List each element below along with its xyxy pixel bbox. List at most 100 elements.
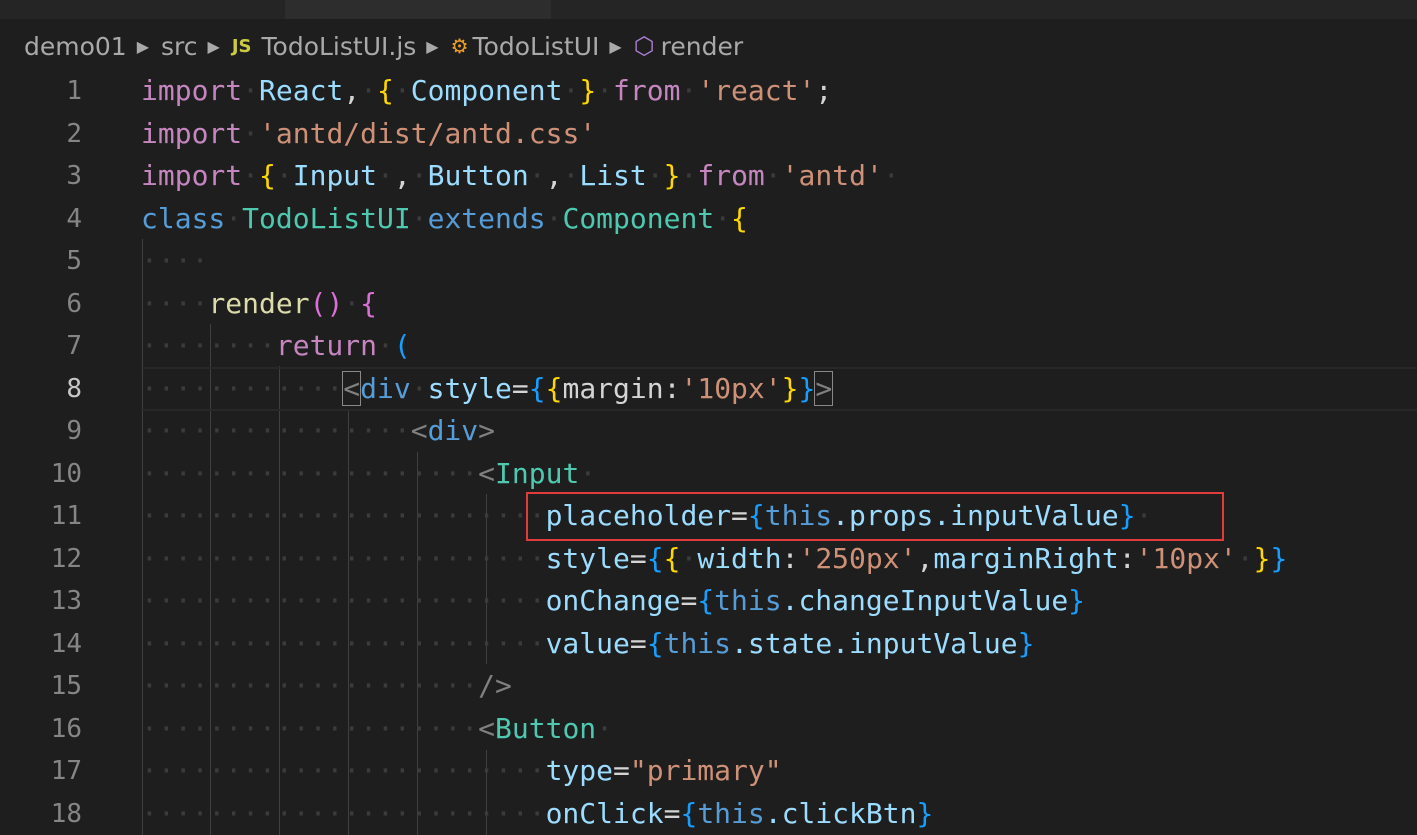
- method-cube-icon: ⬡: [633, 32, 655, 60]
- identifier-token: Component: [410, 74, 563, 107]
- code-line: 14 ························value={this.s…: [0, 623, 1417, 665]
- line-number: 2: [66, 118, 82, 149]
- attribute-token: style: [427, 371, 512, 405]
- line-number: 3: [66, 161, 82, 191]
- tab-bar: [0, 0, 1417, 19]
- code-text: import·React,·{·Component·}·from·'react'…: [141, 74, 833, 107]
- tag-token: div: [360, 371, 411, 405]
- code-text: ························style={{·width:'…: [141, 541, 1288, 575]
- class-name-token: Component: [562, 201, 715, 235]
- code-text: ············<div·style={{margin:'10px'}}…: [141, 370, 834, 406]
- keyword-token: import: [141, 116, 243, 150]
- keyword-token: from: [697, 159, 765, 192]
- keyword-token: this: [714, 584, 782, 617]
- code-line: 18 ························onClick={this…: [0, 793, 1417, 835]
- code-text: ····················<Button·: [141, 711, 614, 745]
- code-line: 3 import·{·Input·,·Button·,·List·}·from·…: [0, 155, 1417, 197]
- line-number: 5: [66, 246, 82, 276]
- breadcrumb-folder[interactable]: demo01: [24, 32, 127, 61]
- member-path-token: .clickBtn: [764, 796, 917, 830]
- line-number: 8: [66, 373, 82, 404]
- code-line: 16 ····················<Button·: [0, 708, 1417, 750]
- attribute-token: value: [545, 626, 630, 660]
- chevron-right-icon: ▶: [136, 36, 150, 56]
- object-key-token: width: [697, 541, 782, 575]
- line-number: 10: [50, 458, 82, 489]
- line-number: 13: [50, 586, 82, 616]
- identifier-token: Input: [292, 159, 378, 192]
- code-line: 17 ························type="primary…: [0, 750, 1417, 792]
- string-token: '10px': [1135, 541, 1237, 575]
- code-text: ····render()·{: [141, 286, 378, 320]
- code-line: 13 ························onChange={thi…: [0, 580, 1417, 622]
- line-number: 12: [50, 543, 82, 574]
- code-text: ····················/>: [141, 669, 512, 702]
- string-token: '10px': [680, 371, 782, 405]
- code-text: ························type="primary": [141, 754, 782, 787]
- keyword-token: import: [141, 159, 243, 192]
- member-path-token: .changeInputValue: [781, 584, 1069, 617]
- attribute-token: onClick: [545, 796, 664, 830]
- line-number: 11: [50, 501, 82, 531]
- breadcrumb-file[interactable]: TodoListUI.js: [262, 32, 417, 61]
- chevron-right-icon: ▶: [426, 36, 439, 56]
- code-text: ························onClick={this.cl…: [141, 796, 934, 830]
- code-text: import·'antd/dist/antd.css': [141, 116, 597, 150]
- member-path-token: .state.inputValue: [731, 626, 1018, 660]
- line-number: 15: [50, 671, 82, 701]
- line-number: 9: [66, 416, 82, 446]
- code-text: ····················<Input·: [141, 456, 597, 490]
- chevron-right-icon: ▶: [609, 36, 622, 56]
- string-token: 'react': [697, 74, 816, 107]
- code-line: 2 import·'antd/dist/antd.css': [0, 113, 1417, 155]
- javascript-file-icon: JS: [231, 35, 252, 57]
- line-number: 17: [50, 756, 82, 786]
- string-token: "primary": [629, 754, 782, 787]
- code-line: 7 ········return·(: [0, 325, 1417, 367]
- attribute-token: style: [545, 541, 630, 575]
- code-line: 15 ····················/>: [0, 665, 1417, 707]
- line-number: 16: [50, 713, 82, 744]
- attribute-token: onChange: [545, 584, 681, 617]
- chevron-right-icon: ▶: [207, 36, 220, 56]
- object-key-token: marginRight: [933, 541, 1119, 575]
- line-number: 1: [66, 76, 82, 106]
- editor-tab[interactable]: [285, 0, 551, 19]
- component-tag-token: Button: [495, 711, 597, 745]
- highlight-annotation-box: [526, 492, 1224, 541]
- code-text: class·TodoListUI·extends·Component·{: [141, 201, 748, 235]
- line-number: 4: [66, 203, 82, 234]
- keyword-token: extends: [427, 201, 546, 235]
- line-number: 6: [66, 288, 82, 319]
- class-name-token: TodoListUI: [242, 201, 411, 235]
- code-line: 10 ····················<Input·: [0, 453, 1417, 495]
- code-text: ························value={this.stat…: [141, 626, 1035, 660]
- identifier-token: Button: [427, 159, 529, 192]
- tag-token: div: [427, 414, 479, 447]
- function-token: render: [208, 286, 310, 320]
- code-line: 9 ················<div>: [0, 410, 1417, 452]
- code-text: ················<div>: [141, 414, 496, 447]
- code-text: import·{·Input·,·Button·,·List·}·from·'a…: [141, 159, 900, 192]
- code-line: 6 ····render()·{: [0, 283, 1417, 325]
- code-line: 1 import·React,·{·Component·}·from·'reac…: [0, 70, 1417, 112]
- keyword-token: this: [663, 626, 732, 660]
- breadcrumb-method[interactable]: render: [661, 32, 743, 61]
- code-text: ····: [141, 244, 209, 277]
- code-line: 12 ························style={{·widt…: [0, 538, 1417, 580]
- keyword-token: return: [275, 329, 378, 362]
- line-number: 7: [66, 331, 82, 361]
- string-token: 'antd/dist/antd.css': [259, 116, 597, 150]
- identifier-token: List: [579, 159, 647, 192]
- string-token: 'antd': [781, 159, 883, 192]
- keyword-token: import: [141, 74, 243, 107]
- code-text: ········return·(: [141, 329, 411, 362]
- line-number: 18: [50, 798, 82, 829]
- breadcrumb: demo01 ▶ src ▶ JS TodoListUI.js ▶ ⚙ Todo…: [24, 28, 743, 64]
- attribute-token: type: [545, 754, 614, 787]
- keyword-token: this: [697, 796, 765, 830]
- breadcrumb-subfolder[interactable]: src: [161, 32, 198, 61]
- breadcrumb-class[interactable]: TodoListUI: [473, 32, 600, 61]
- identifier-token: React: [259, 74, 344, 107]
- code-editor[interactable]: 1 import·React,·{·Component·}·from·'reac…: [0, 70, 1417, 835]
